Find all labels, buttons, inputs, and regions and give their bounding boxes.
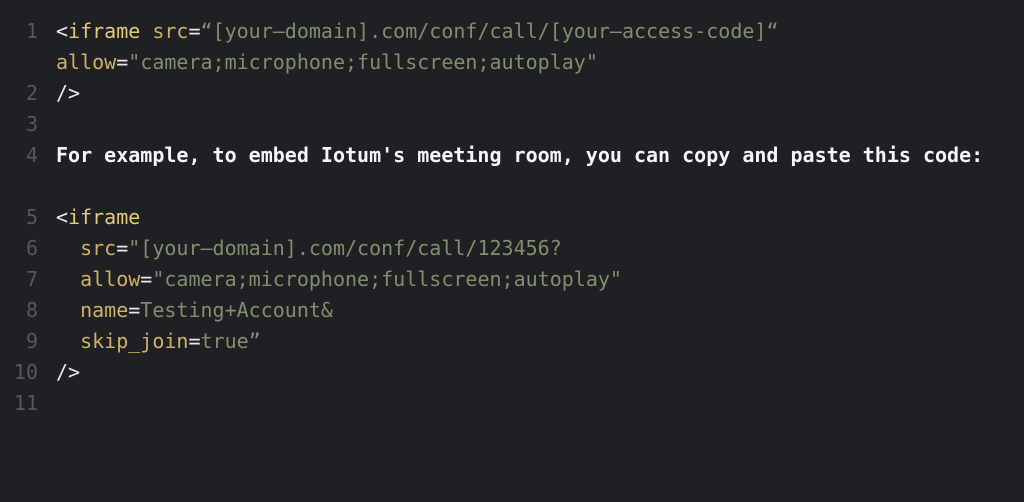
line-number: 11 (0, 388, 38, 419)
attr-src: src (80, 236, 116, 260)
explanation-text: For example, to embed Iotum's meeting ro… (56, 140, 1008, 171)
name-value: Testing+Account& (140, 298, 333, 322)
quote-open: “ (201, 19, 213, 43)
attr-allow: allow (56, 50, 116, 74)
quote-close: “ (766, 19, 778, 43)
self-close: /> (56, 81, 80, 105)
blank-line (56, 171, 1008, 202)
code-line: name=Testing+Account& (56, 295, 1008, 326)
skip-join-value: true (201, 329, 249, 353)
code-editor: 1 2 3 4 5 6 7 8 9 10 11 <iframe src=“[yo… (0, 16, 1024, 419)
allow-value: camera;microphone;fullscreen;autoplay (164, 267, 610, 291)
code-line: /> (56, 78, 1008, 109)
line-number (0, 47, 38, 78)
self-close: /> (56, 360, 80, 384)
attr-src: src (152, 19, 188, 43)
src-value: [your–domain].com/conf/call/123456? (140, 236, 561, 260)
line-number: 2 (0, 78, 38, 109)
blank-line (56, 109, 1008, 140)
line-number: 3 (0, 109, 38, 140)
angle-open: < (56, 205, 68, 229)
attr-allow: allow (80, 267, 140, 291)
src-value: [your–domain].com/conf/call/[your–access… (213, 19, 767, 43)
angle-open: < (56, 19, 68, 43)
code-line: <iframe src=“[your–domain].com/conf/call… (56, 16, 1008, 78)
tag-iframe: iframe (68, 19, 140, 43)
code-area: <iframe src=“[your–domain].com/conf/call… (56, 16, 1024, 419)
line-number: 1 (0, 16, 38, 47)
line-number-gutter: 1 2 3 4 5 6 7 8 9 10 11 (0, 16, 56, 419)
line-number: 7 (0, 264, 38, 295)
code-line: skip_join=true” (56, 326, 1008, 357)
line-number: 4 (0, 140, 38, 171)
line-number: 9 (0, 326, 38, 357)
line-number: 10 (0, 357, 38, 388)
code-line: <iframe (56, 202, 1008, 233)
line-number: 8 (0, 295, 38, 326)
code-line: allow="camera;microphone;fullscreen;auto… (56, 264, 1008, 295)
code-line: /> (56, 357, 1008, 388)
line-number: 5 (0, 202, 38, 233)
line-number: 6 (0, 233, 38, 264)
allow-value: camera;microphone;fullscreen;autoplay (140, 50, 586, 74)
tag-iframe: iframe (68, 205, 140, 229)
attr-name: name (80, 298, 128, 322)
code-line: src="[your–domain].com/conf/call/123456? (56, 233, 1008, 264)
line-number (0, 171, 38, 202)
attr-skip-join: skip_join (80, 329, 188, 353)
